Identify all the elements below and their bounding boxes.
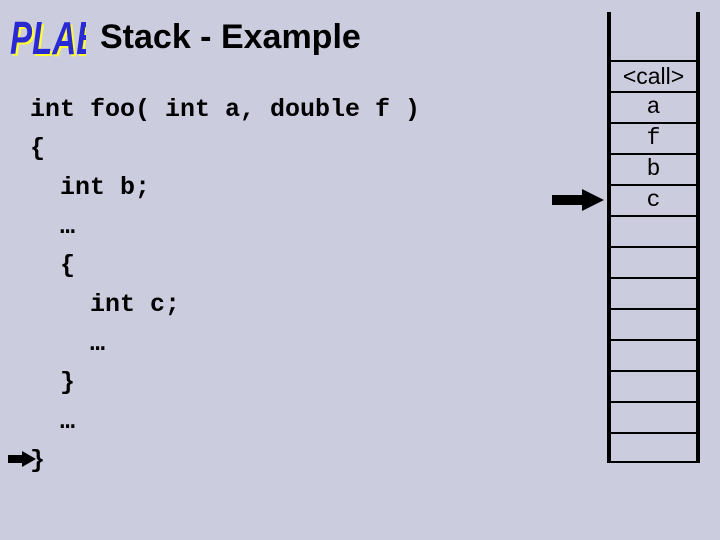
plab-logo: PLAB PLAB — [10, 8, 86, 63]
stack-cell — [607, 246, 700, 277]
stack-pointer-arrow-icon — [552, 189, 604, 211]
stack-cell: <call> — [607, 60, 700, 91]
stack-cell: c — [607, 184, 700, 215]
stack-cell — [607, 339, 700, 370]
stack-cell: f — [607, 122, 700, 153]
stack-cell — [607, 308, 700, 339]
stack-cell: b — [607, 153, 700, 184]
stack-cell — [607, 215, 700, 246]
stack-cell: a — [607, 91, 700, 122]
stack-open-top — [607, 12, 700, 60]
stack-cell — [607, 277, 700, 308]
svg-text:PLAB: PLAB — [10, 14, 86, 63]
current-line-arrow-icon — [8, 451, 36, 467]
stack-cell — [607, 432, 700, 463]
stack-cell — [607, 401, 700, 432]
stack-diagram: <call>afbc — [607, 12, 700, 463]
code-block: int foo( int a, double f ) { int b; … { … — [30, 90, 420, 480]
stack-cell — [607, 370, 700, 401]
slide-title: Stack - Example — [100, 18, 361, 57]
